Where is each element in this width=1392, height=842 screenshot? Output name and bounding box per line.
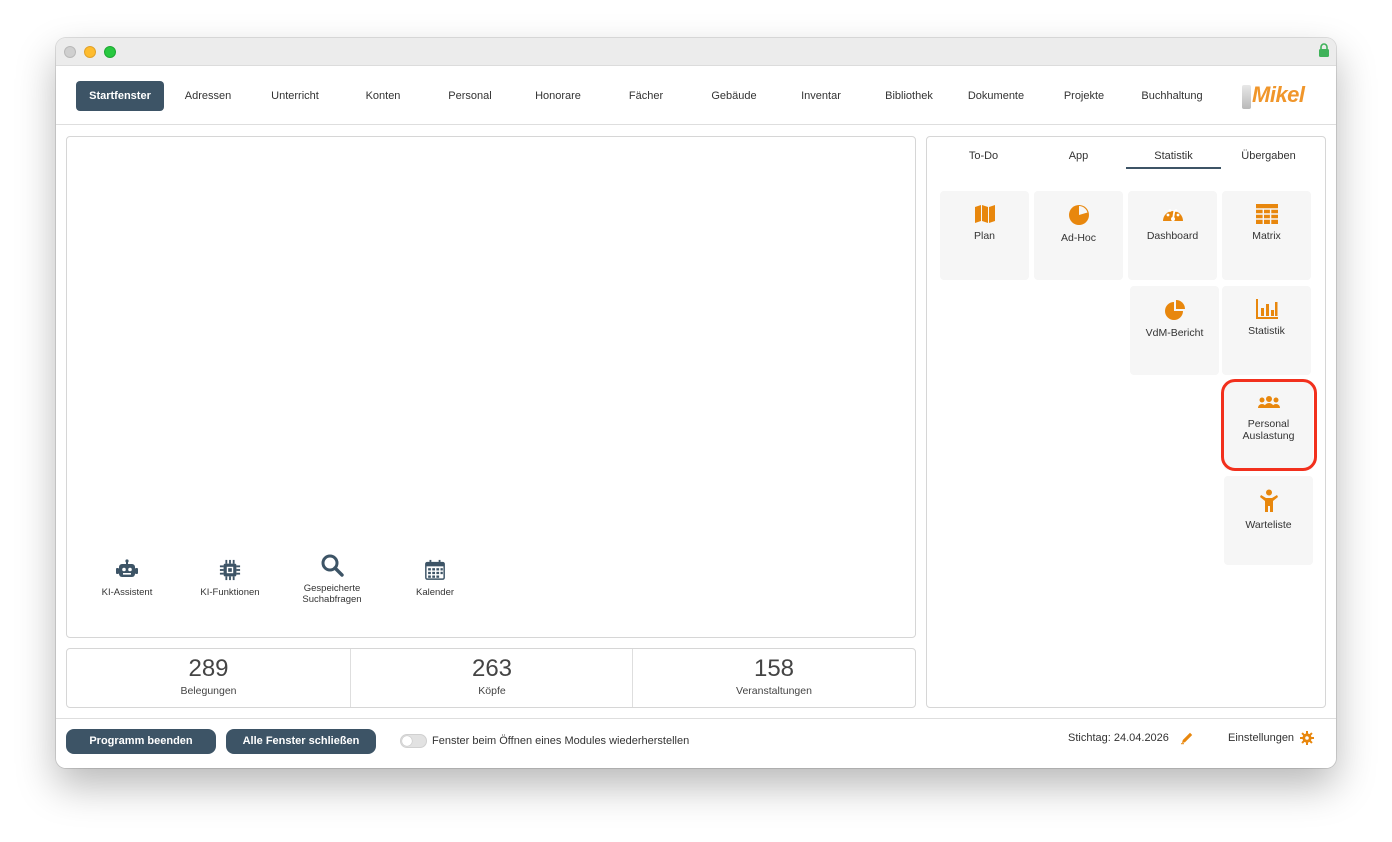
nav-personal[interactable]: Personal	[430, 81, 510, 111]
tab-statistik[interactable]: Statistik	[1126, 147, 1221, 169]
tab-app[interactable]: App	[1031, 147, 1126, 169]
stat-label: Köpfe	[478, 685, 506, 697]
nav-inventar[interactable]: Inventar	[781, 81, 861, 111]
quit-program-button[interactable]: Programm beenden	[66, 729, 216, 754]
stat-value: 289	[188, 655, 229, 682]
map-icon	[974, 205, 995, 223]
tile-vdm-bericht[interactable]: VdM-Bericht	[1130, 286, 1219, 375]
tab-uebergaben[interactable]: Übergaben	[1221, 147, 1316, 169]
stat-value: 263	[471, 655, 513, 682]
nav-dokumente[interactable]: Dokumente	[956, 81, 1036, 111]
footer-bar: Programm beenden Alle Fenster schließen …	[56, 718, 1336, 768]
nav-gebaeude[interactable]: Gebäude	[694, 81, 774, 111]
close-all-windows-button[interactable]: Alle Fenster schließen	[226, 729, 376, 754]
stichtag-label: Stichtag: 24.04.2026	[1068, 732, 1169, 744]
tile-label: Plan	[973, 230, 995, 242]
child-icon	[1259, 489, 1278, 512]
tile-statistik[interactable]: Statistik	[1222, 286, 1311, 375]
tile-label: Ad-Hoc	[1060, 232, 1096, 244]
nav-faecher[interactable]: Fächer	[606, 81, 686, 111]
logo-text: Mikel	[1252, 82, 1305, 107]
stat-belegungen: 289 Belegungen	[67, 649, 350, 707]
gauge-icon	[1162, 209, 1183, 221]
table-icon	[1255, 204, 1278, 224]
stat-label: Belegungen	[180, 685, 237, 697]
quick-kalender[interactable]: Kalender	[385, 559, 485, 598]
tile-label: Dashboard	[1146, 230, 1199, 242]
highlight-marker	[1221, 379, 1317, 471]
start-panel: KI-Assistent KI-Funktionen Gespeicherte …	[66, 136, 916, 638]
tile-label: Matrix	[1252, 230, 1281, 242]
window-maximize-button[interactable]	[104, 46, 116, 58]
nav-startfenster[interactable]: Startfenster	[76, 81, 164, 111]
tile-matrix[interactable]: Matrix	[1222, 191, 1311, 280]
stat-veranstaltungen: 158 Veranstaltungen	[633, 649, 915, 707]
nav-buchhaltung[interactable]: Buchhaltung	[1130, 81, 1214, 111]
tab-todo[interactable]: To-Do	[936, 147, 1031, 169]
nav-unterricht[interactable]: Unterricht	[255, 81, 335, 111]
imikel-logo: Mikel	[1240, 79, 1320, 113]
search-icon	[321, 554, 344, 577]
pie-chart-icon	[1068, 205, 1089, 225]
toggle-knob	[402, 736, 412, 746]
calendar-icon	[425, 559, 445, 580]
nav-bibliothek[interactable]: Bibliothek	[869, 81, 949, 111]
quick-kalender-label: Kalender	[415, 587, 455, 598]
quick-gespeicherte-suchabfragen-label: Gespeicherte Suchabfragen	[302, 583, 362, 605]
pie-slice-icon	[1164, 300, 1185, 320]
nav-adressen[interactable]: Adressen	[168, 81, 248, 111]
window-minimize-button[interactable]	[84, 46, 96, 58]
chip-icon	[219, 559, 241, 581]
app-window: Startfenster Adressen Unterricht Konten …	[56, 38, 1336, 768]
robot-icon	[116, 559, 138, 577]
side-panel: To-Do App Statistik Übergaben Plan Ad-Ho…	[926, 136, 1326, 708]
nav-konten[interactable]: Konten	[343, 81, 423, 111]
quick-ki-funktionen-label: KI-Funktionen	[200, 587, 260, 598]
stat-label: Veranstaltungen	[736, 685, 812, 697]
tile-label: Statistik	[1248, 325, 1285, 337]
quick-gespeicherte-suchabfragen[interactable]: Gespeicherte Suchabfragen	[282, 553, 382, 605]
bar-chart-icon	[1255, 299, 1278, 319]
stat-koepfe: 263 Köpfe	[351, 649, 633, 707]
title-bar	[56, 38, 1336, 66]
stats-bar: 289 Belegungen 263 Köpfe 158 Veranstaltu…	[66, 648, 916, 708]
quick-ki-assistent-label: KI-Assistent	[101, 587, 153, 598]
pencil-icon[interactable]	[1180, 731, 1194, 745]
tile-label: Warteliste	[1245, 519, 1292, 531]
lock-icon	[1319, 43, 1329, 57]
logo-i-mark	[1242, 85, 1251, 109]
settings-label[interactable]: Einstellungen	[1228, 732, 1294, 744]
window-close-button[interactable]	[64, 46, 76, 58]
tile-warteliste[interactable]: Warteliste	[1224, 476, 1313, 565]
nav-honorare[interactable]: Honorare	[518, 81, 598, 111]
tile-dashboard[interactable]: Dashboard	[1128, 191, 1217, 280]
quick-ki-funktionen[interactable]: KI-Funktionen	[180, 559, 280, 598]
tile-label: VdM-Bericht	[1145, 327, 1204, 339]
tile-ad-hoc[interactable]: Ad-Hoc	[1034, 191, 1123, 280]
tile-plan[interactable]: Plan	[940, 191, 1029, 280]
restore-windows-label: Fenster beim Öffnen eines Modules wieder…	[432, 735, 690, 747]
gear-icon[interactable]	[1300, 731, 1314, 745]
main-navigation: Startfenster Adressen Unterricht Konten …	[56, 67, 1336, 125]
nav-projekte[interactable]: Projekte	[1044, 81, 1124, 111]
stat-value: 158	[753, 655, 795, 682]
quick-ki-assistent[interactable]: KI-Assistent	[77, 559, 177, 598]
restore-windows-toggle[interactable]	[400, 734, 427, 748]
